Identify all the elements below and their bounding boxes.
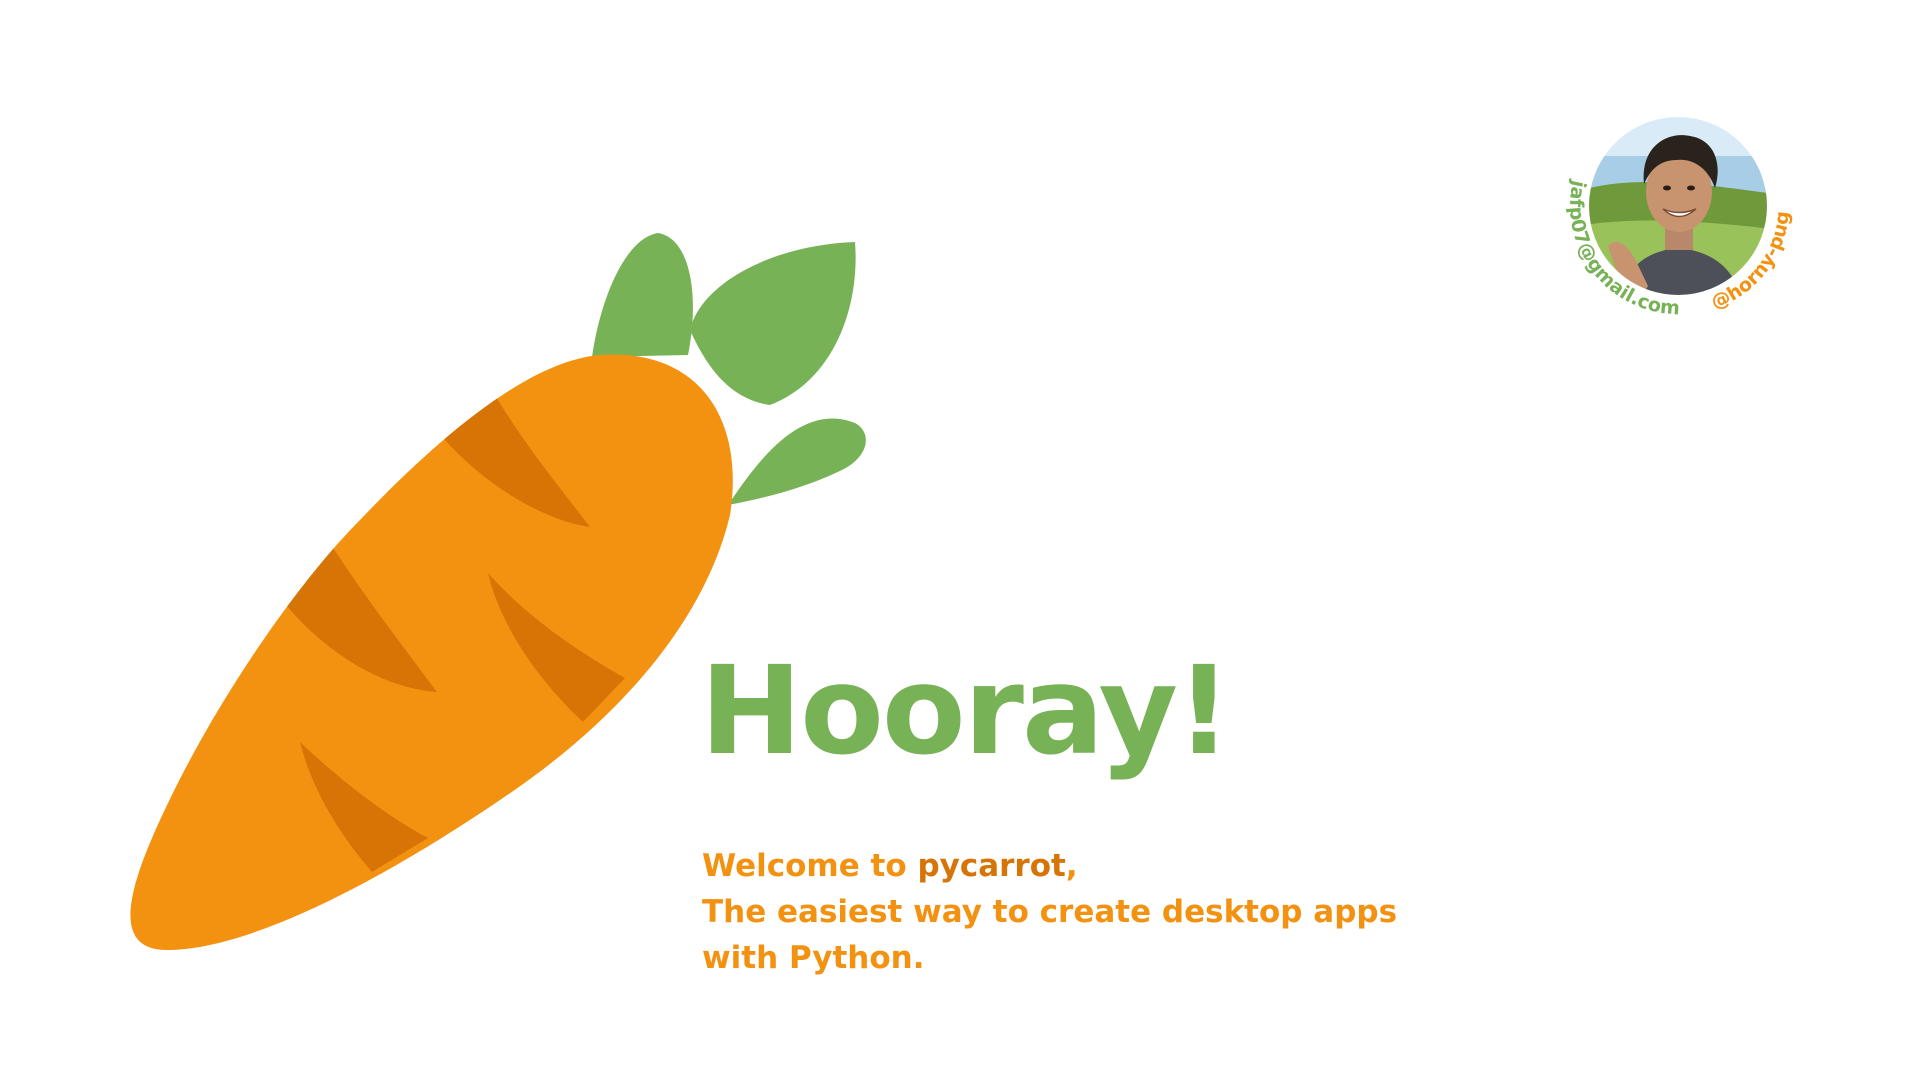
welcome-line-2: The easiest way to create desktop apps <box>702 894 1398 930</box>
author-badge: jafp07@gmail.com @horny-pug <box>1565 115 1794 319</box>
welcome-message: Welcome to pycarrot, The easiest way to c… <box>702 843 1397 981</box>
welcome-screen: Hooray! Welcome to pycarrot, The easiest … <box>0 0 1920 1080</box>
carrot-body <box>130 354 733 951</box>
welcome-suffix: , <box>1065 848 1078 884</box>
welcome-prefix: Welcome to <box>702 848 918 884</box>
hero-title: Hooray! <box>700 640 1232 782</box>
brand-name: pycarrot <box>917 848 1066 884</box>
welcome-line-3: with Python. <box>702 940 925 976</box>
